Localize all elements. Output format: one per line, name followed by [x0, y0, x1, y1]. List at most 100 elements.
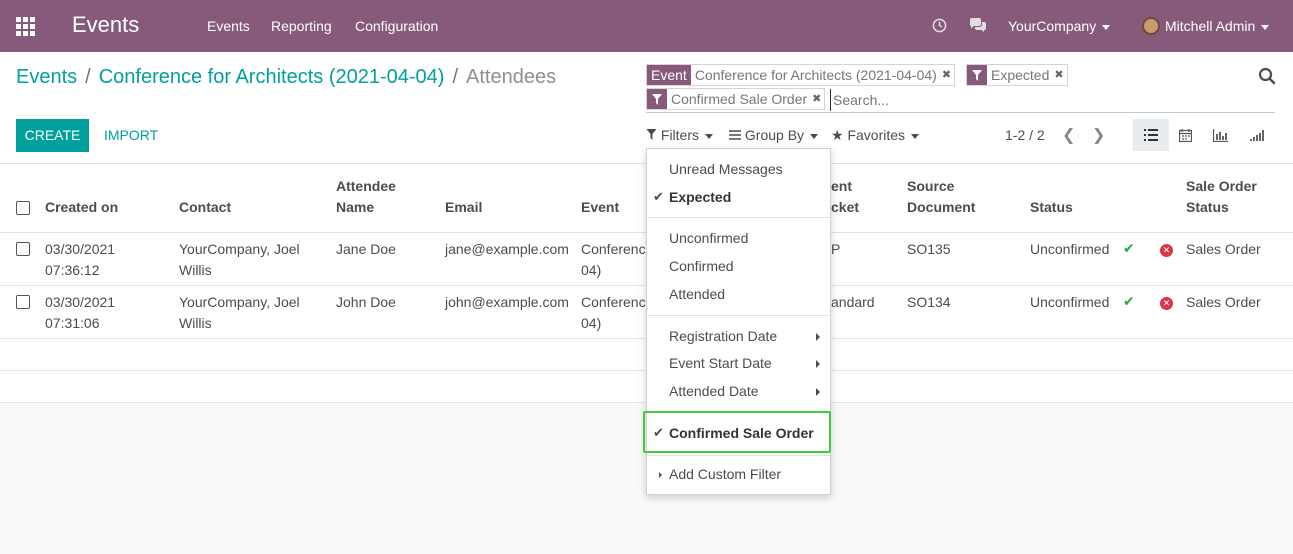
- column-event[interactable]: Event: [581, 197, 619, 218]
- row-checkbox[interactable]: [16, 295, 30, 309]
- column-sale-order-status[interactable]: Sale Order Status: [1186, 176, 1257, 218]
- row-checkbox[interactable]: [16, 242, 30, 256]
- cell-sale-order-status: Sales Order: [1186, 294, 1261, 310]
- pager-next-icon[interactable]: ❯: [1092, 125, 1105, 145]
- filter-label: Add Custom Filter: [669, 466, 782, 482]
- search-facet-event: Event Conference for Architects (2021-04…: [646, 64, 956, 86]
- filters-label: Filters: [660, 127, 700, 143]
- list-view-icon[interactable]: [1133, 119, 1169, 151]
- filter-label: Event Start Date: [669, 355, 772, 371]
- column-label-line: Name: [336, 199, 375, 215]
- create-button[interactable]: CREATE: [16, 119, 89, 152]
- search-input[interactable]: [830, 89, 1230, 111]
- cell-email: john@example.com: [445, 294, 569, 310]
- cell-line: YourCompany, Joel: [179, 294, 300, 310]
- filter-label: Expected: [669, 189, 732, 205]
- cohort-view-icon[interactable]: [1239, 119, 1275, 151]
- remove-facet-icon[interactable]: ✖: [811, 89, 824, 109]
- caret-right-icon: [816, 388, 820, 396]
- search-icon[interactable]: [1258, 67, 1276, 85]
- cell-email: jane@example.com: [445, 241, 569, 257]
- column-event-ticket[interactable]: ent cket: [831, 176, 859, 218]
- facet-value: Expected: [991, 67, 1050, 83]
- cell-contact: YourCompany, Joel Willis: [179, 292, 300, 334]
- cancel-x-icon[interactable]: ✕: [1160, 244, 1173, 257]
- column-attendee-name[interactable]: Attendee Name: [336, 176, 396, 218]
- menu-reporting[interactable]: Reporting: [271, 18, 332, 34]
- graph-view-icon[interactable]: [1202, 119, 1238, 151]
- company-switcher[interactable]: YourCompany: [1008, 18, 1111, 34]
- cell-line: 04): [581, 315, 602, 331]
- user-name: Mitchell Admin: [1165, 18, 1256, 34]
- pager-previous-icon[interactable]: ❮: [1062, 125, 1075, 145]
- facet-category: Event: [647, 65, 691, 85]
- cell-attendee-name: Jane Doe: [336, 241, 396, 257]
- calendar-view-icon[interactable]: [1167, 119, 1203, 151]
- column-label-line: Attendee: [336, 178, 396, 194]
- breadcrumb-current: Attendees: [466, 66, 557, 88]
- list-icon: [729, 130, 741, 140]
- search-bar: Event Conference for Architects (2021-04…: [646, 63, 1275, 113]
- filters-button[interactable]: Filters: [646, 127, 714, 143]
- filter-label: Unread Messages: [669, 161, 783, 177]
- confirm-check-icon[interactable]: ✔: [1123, 293, 1135, 310]
- cancel-x-icon[interactable]: ✕: [1160, 297, 1173, 310]
- activity-clock-icon[interactable]: [932, 18, 947, 33]
- breadcrumb-events[interactable]: Events: [16, 66, 77, 88]
- cell-created-on: 03/30/2021 07:31:06: [45, 292, 115, 334]
- column-label-line: Status: [1186, 199, 1229, 215]
- cell-line: YourCompany, Joel: [179, 241, 300, 257]
- chevron-down-icon: [911, 133, 920, 139]
- column-email[interactable]: Email: [445, 197, 482, 218]
- filter-label: Attended: [669, 286, 726, 302]
- confirm-check-icon[interactable]: ✔: [1123, 240, 1135, 257]
- caret-right-icon: [816, 333, 820, 341]
- cell-status: Unconfirmed: [1030, 294, 1110, 310]
- facet-value: Conference for Architects (2021-04-04): [694, 67, 937, 83]
- cell-line: 03/30/2021: [45, 294, 116, 310]
- column-label-line: Source: [907, 178, 955, 194]
- breadcrumb: Events / Conference for Architects (2021-0…: [16, 66, 556, 89]
- top-navbar: Events Events Reporting Configuration Yo…: [0, 0, 1293, 52]
- filter-label: Registration Date: [669, 328, 778, 344]
- cell-line: 07:36:12: [45, 262, 100, 278]
- search-facet-confirmed-sale-order: Confirmed Sale Order ✖: [646, 88, 826, 110]
- filter-label: Attended Date: [669, 383, 759, 399]
- column-contact[interactable]: Contact: [179, 197, 231, 218]
- app-brand: Events: [72, 12, 140, 37]
- favorites-button[interactable]: ★ Favorites: [831, 127, 920, 144]
- avatar[interactable]: [1142, 17, 1160, 35]
- chevron-down-icon: [1102, 24, 1111, 30]
- chevron-down-icon: [705, 133, 714, 139]
- cell-event-ticket: andard: [831, 294, 875, 310]
- menu-configuration[interactable]: Configuration: [355, 18, 438, 34]
- column-status[interactable]: Status: [1030, 197, 1073, 218]
- checkmark-icon: ✔: [653, 425, 664, 440]
- remove-facet-icon[interactable]: ✖: [1053, 65, 1066, 85]
- column-label-line: cket: [831, 199, 860, 215]
- chevron-down-icon: [1261, 24, 1270, 30]
- select-all-checkbox[interactable]: [16, 201, 30, 215]
- apps-grid-icon[interactable]: [16, 17, 36, 36]
- messaging-chat-icon[interactable]: [969, 18, 987, 33]
- column-created-on[interactable]: Created on: [45, 197, 118, 218]
- breadcrumb-event[interactable]: Conference for Architects (2021-04-04): [99, 66, 445, 88]
- caret-right-icon: [816, 360, 820, 368]
- user-menu[interactable]: Mitchell Admin: [1165, 18, 1270, 34]
- column-label-line: ent: [831, 178, 852, 194]
- remove-facet-icon[interactable]: ✖: [941, 65, 954, 85]
- import-button[interactable]: IMPORT: [104, 127, 158, 143]
- cell-sale-order-status: Sales Order: [1186, 241, 1261, 257]
- divider: [647, 217, 830, 218]
- group-by-button[interactable]: Group By: [729, 127, 819, 143]
- pager-value[interactable]: 1-2 / 2: [1005, 127, 1045, 143]
- cell-created-on: 03/30/2021 07:36:12: [45, 239, 115, 281]
- breadcrumb-separator: /: [85, 66, 91, 88]
- search-facet-expected: Expected ✖: [966, 64, 1068, 86]
- cell-line: Willis: [179, 315, 212, 331]
- star-icon: ★: [831, 127, 844, 143]
- filter-icon: [646, 129, 657, 140]
- column-label-line: Document: [907, 199, 976, 215]
- column-source-document[interactable]: Source Document: [907, 176, 975, 218]
- menu-events[interactable]: Events: [207, 18, 250, 34]
